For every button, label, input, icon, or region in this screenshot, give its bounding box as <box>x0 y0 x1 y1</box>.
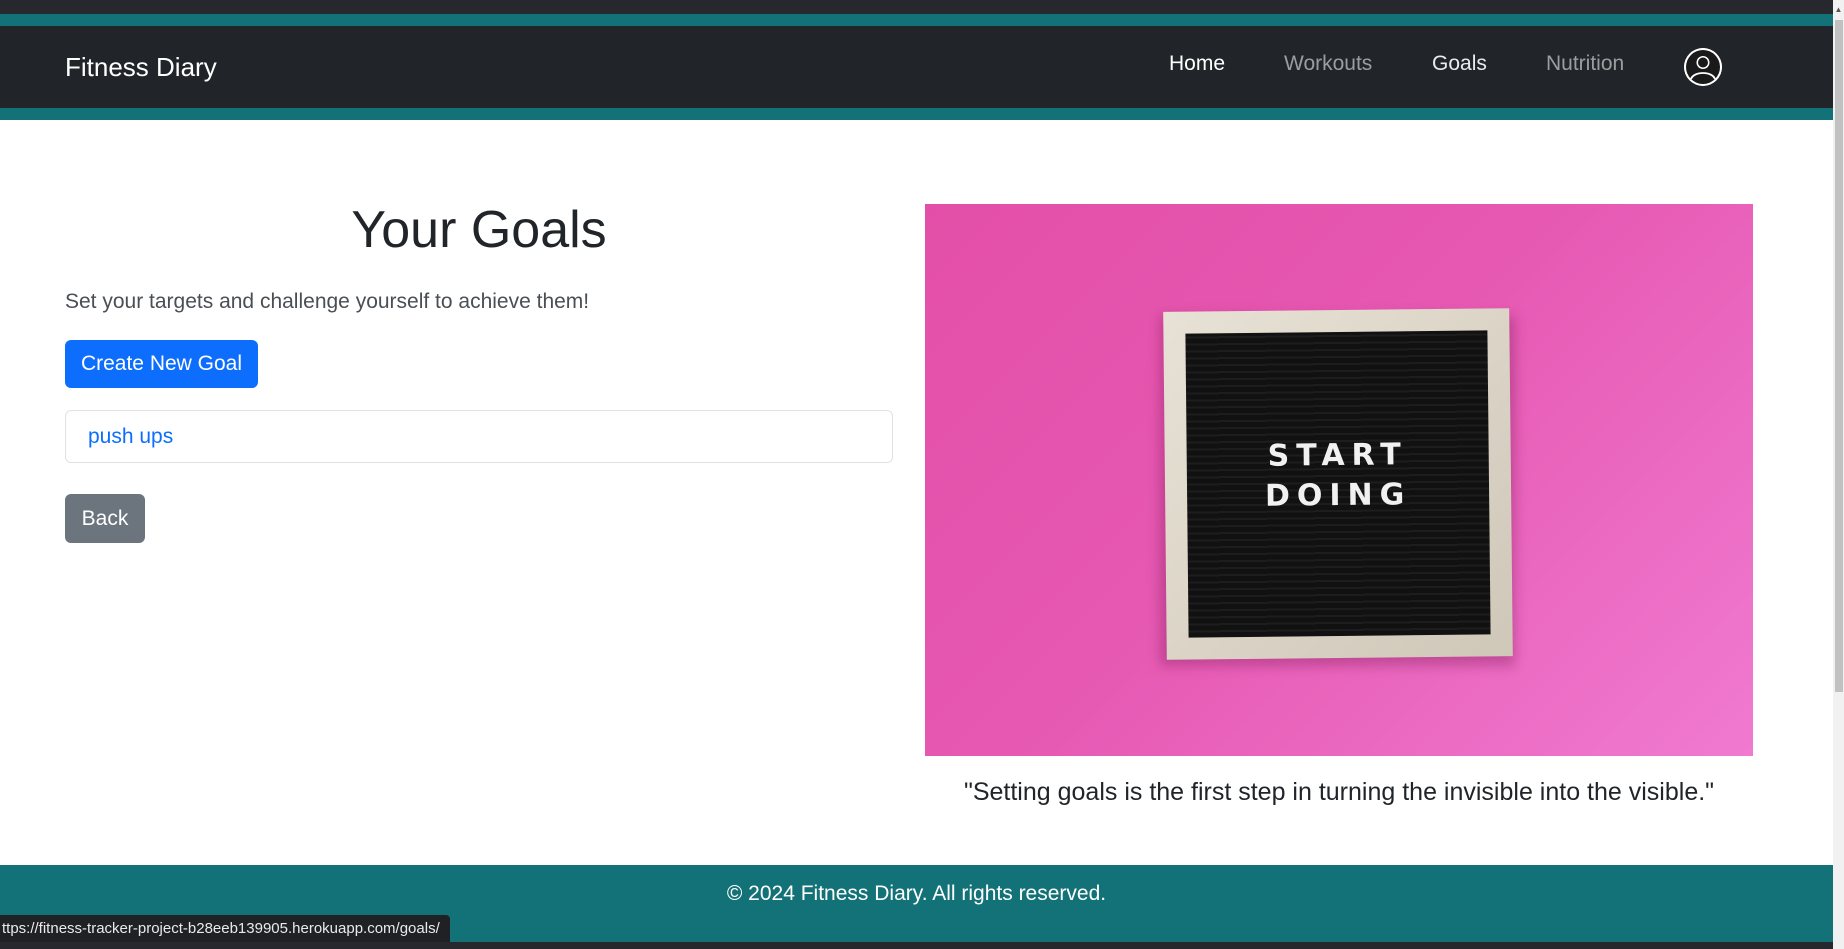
letter-board-frame: START DOING <box>1163 308 1513 660</box>
goal-list: push ups <box>65 410 893 463</box>
nav-link-workouts[interactable]: Workouts <box>1284 26 1372 102</box>
navbar-bottom-border <box>0 108 1833 120</box>
navbar-top-border <box>0 14 1833 26</box>
scroll-up-arrow-icon[interactable]: ▲ <box>1833 0 1844 20</box>
user-circle-icon <box>1684 48 1722 86</box>
goal-list-item[interactable]: push ups <box>88 411 173 462</box>
back-button[interactable]: Back <box>65 494 145 543</box>
create-new-goal-button[interactable]: Create New Goal <box>65 340 258 388</box>
board-text-line-2: DOING <box>1264 477 1412 514</box>
nav-link-nutrition[interactable]: Nutrition <box>1546 26 1624 102</box>
browser-status-url: ttps://fitness-tracker-project-b28eeb139… <box>0 915 450 942</box>
board-text-line-1: START <box>1267 437 1408 474</box>
page: Fitness Diary Home Workouts Goals Nutrit… <box>0 0 1844 949</box>
navbar-brand[interactable]: Fitness Diary <box>65 26 217 108</box>
browser-top-edge <box>0 0 1833 14</box>
goal-motivation-image: START DOING <box>925 204 1753 756</box>
letter-board: START DOING <box>1185 330 1491 638</box>
page-title: Your Goals <box>351 201 607 259</box>
scrollbar-thumb[interactable] <box>1835 20 1843 692</box>
nav-link-home[interactable]: Home <box>1169 26 1225 102</box>
page-subtitle: Set your targets and challenge yourself … <box>65 290 590 313</box>
browser-bottom-edge <box>0 942 1844 949</box>
user-avatar-icon[interactable] <box>1684 48 1722 86</box>
nav-link-goals[interactable]: Goals <box>1432 26 1487 102</box>
motivational-quote: "Setting goals is the first step in turn… <box>963 778 1715 806</box>
